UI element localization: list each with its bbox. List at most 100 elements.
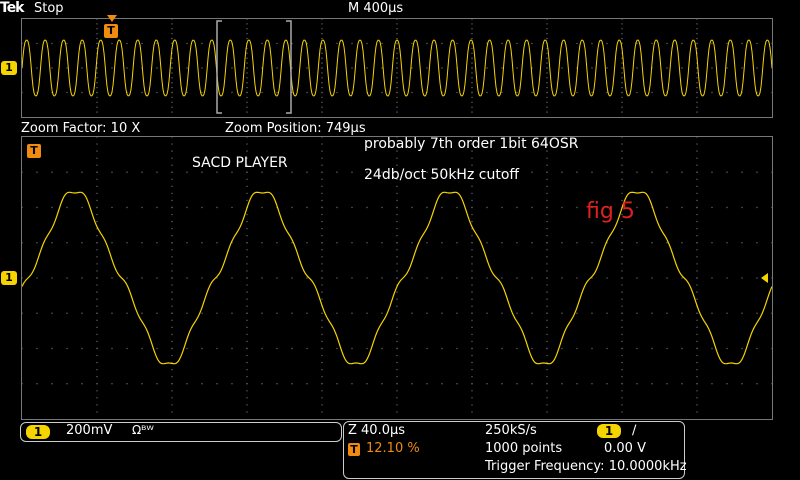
zoom-grid-dot <box>696 390 698 392</box>
zoom-grid-dot <box>426 312 428 314</box>
zoom-grid-dot <box>441 383 443 385</box>
overview-waveform-window[interactable] <box>21 18 773 118</box>
zoom-grid-dot <box>96 263 98 265</box>
overview-grid-dot <box>471 23 473 25</box>
trigger-frequency: Trigger Frequency: 10.0000kHz <box>485 459 687 474</box>
zoom-grid-dot <box>561 383 563 385</box>
zoom-grid-dot <box>696 319 698 321</box>
zoom-grid-dot <box>366 277 368 279</box>
zoom-grid-dot <box>456 383 458 385</box>
overview-grid-dot <box>396 57 398 59</box>
zoom-grid-dot <box>246 326 248 329</box>
overview-grid-dot <box>171 72 173 74</box>
zoom-grid-dot <box>306 383 308 385</box>
zoom-grid-dot <box>171 178 173 180</box>
overview-grid-dot <box>321 28 323 30</box>
overview-grid-dot <box>171 106 173 108</box>
overview-grid-dot <box>246 96 248 99</box>
zoom-grid-dot <box>171 404 173 406</box>
zoom-grid-dot <box>546 368 548 371</box>
zoom-grid-dot <box>126 277 128 279</box>
overview-grid-dot <box>36 67 38 69</box>
overview-trigger-marker[interactable]: T <box>104 24 118 38</box>
overview-grid-dot <box>396 52 398 54</box>
zoom-grid-dot <box>621 263 623 265</box>
overview-grid-dot <box>756 67 758 69</box>
overview-grid-dot <box>156 67 158 69</box>
overview-grid-dot <box>246 106 248 108</box>
overview-grid-dot <box>321 67 323 69</box>
overview-grid-dot <box>681 67 683 69</box>
trigger-level: 0.00 V <box>604 441 646 456</box>
zoom-grid-dot <box>621 376 623 378</box>
zoom-grid-dot <box>456 206 458 209</box>
zoom-grid-dot <box>756 171 758 173</box>
zoom-grid-dot <box>66 312 68 314</box>
zoom-grid-dot <box>576 383 578 385</box>
overview-grid-dot <box>696 77 698 79</box>
zoom-grid-dot <box>546 376 548 378</box>
zoom-grid-dot <box>741 242 743 244</box>
zoom-grid-dot <box>606 383 608 385</box>
zoom-grid-dot <box>726 383 728 385</box>
zoom-grid-dot <box>261 242 263 244</box>
zoom-grid-dot <box>96 312 98 314</box>
zoom-grid-dot <box>96 411 98 413</box>
overview-channel-1-marker[interactable]: 1 <box>1 61 17 75</box>
zoom-grid-dot <box>696 404 698 406</box>
acquisition-state[interactable]: Stop <box>34 1 64 16</box>
zoom-grid-dot <box>471 242 473 244</box>
zoom-grid-dot <box>81 206 83 209</box>
zoom-grid-dot <box>381 277 383 279</box>
zoom-grid-dot <box>576 242 578 244</box>
zoom-grid-dot <box>171 256 173 258</box>
record-length: 1000 points <box>485 441 563 456</box>
zoom-grid-dot <box>141 383 143 385</box>
zoom-grid-dot <box>696 256 698 258</box>
zoom-grid-dot <box>621 368 623 371</box>
overview-grid-dot <box>621 28 623 30</box>
overview-grid-dot <box>696 96 698 99</box>
zoom-grid-dot <box>96 178 98 180</box>
zoom-grid-dot <box>96 305 98 307</box>
overview-grid-dot <box>96 77 98 79</box>
zoom-grid-dot <box>291 312 293 314</box>
trigger-position-icon: T <box>348 443 360 456</box>
zoom-grid-dot <box>621 347 623 350</box>
zoom-grid-dot <box>546 284 548 286</box>
zoom-grid-dot <box>756 277 758 279</box>
main-timebase[interactable]: M 400µs <box>348 1 403 16</box>
zoom-grid-dot <box>396 235 398 237</box>
zoom-grid-dot <box>726 171 728 173</box>
zoom-grid-dot <box>471 213 473 216</box>
overview-grid-dot <box>51 67 53 69</box>
zoom-grid-dot <box>591 312 593 314</box>
zoom-grid-dot <box>591 383 593 385</box>
zoom-grid-dot <box>546 340 548 343</box>
overview-grid-dot <box>696 111 698 113</box>
zoom-grid-dot <box>696 411 698 413</box>
zoom-grid-dot <box>246 171 248 173</box>
overview-grid-dot <box>696 101 698 104</box>
zoom-grid-dot <box>22 312 23 314</box>
zoom-grid-dot <box>366 312 368 314</box>
zoom-trigger-marker[interactable]: T <box>27 144 41 158</box>
zoom-channel-1-marker[interactable]: 1 <box>1 271 17 285</box>
zoom-grid-dot <box>726 277 728 279</box>
overview-grid-dot <box>576 91 578 94</box>
zoom-grid-dot <box>171 347 173 350</box>
zoom-grid-dot <box>321 383 323 385</box>
trigger-position-arrow-icon <box>107 15 117 22</box>
zoom-grid-dot <box>621 277 623 279</box>
zoom-grid-dot <box>321 157 323 159</box>
zoom-grid-dot <box>111 312 113 314</box>
overview-grid-dot <box>126 67 128 69</box>
overview-grid-dot <box>246 111 248 113</box>
zoom-grid-dot <box>321 185 323 188</box>
overview-grid-dot <box>516 42 518 45</box>
zoom-grid-dot <box>471 333 473 336</box>
zoom-grid-dot <box>396 390 398 392</box>
overview-grid-dot <box>96 33 98 35</box>
zoom-grid-dot <box>396 227 398 230</box>
zoom-grid-dot <box>306 277 308 279</box>
